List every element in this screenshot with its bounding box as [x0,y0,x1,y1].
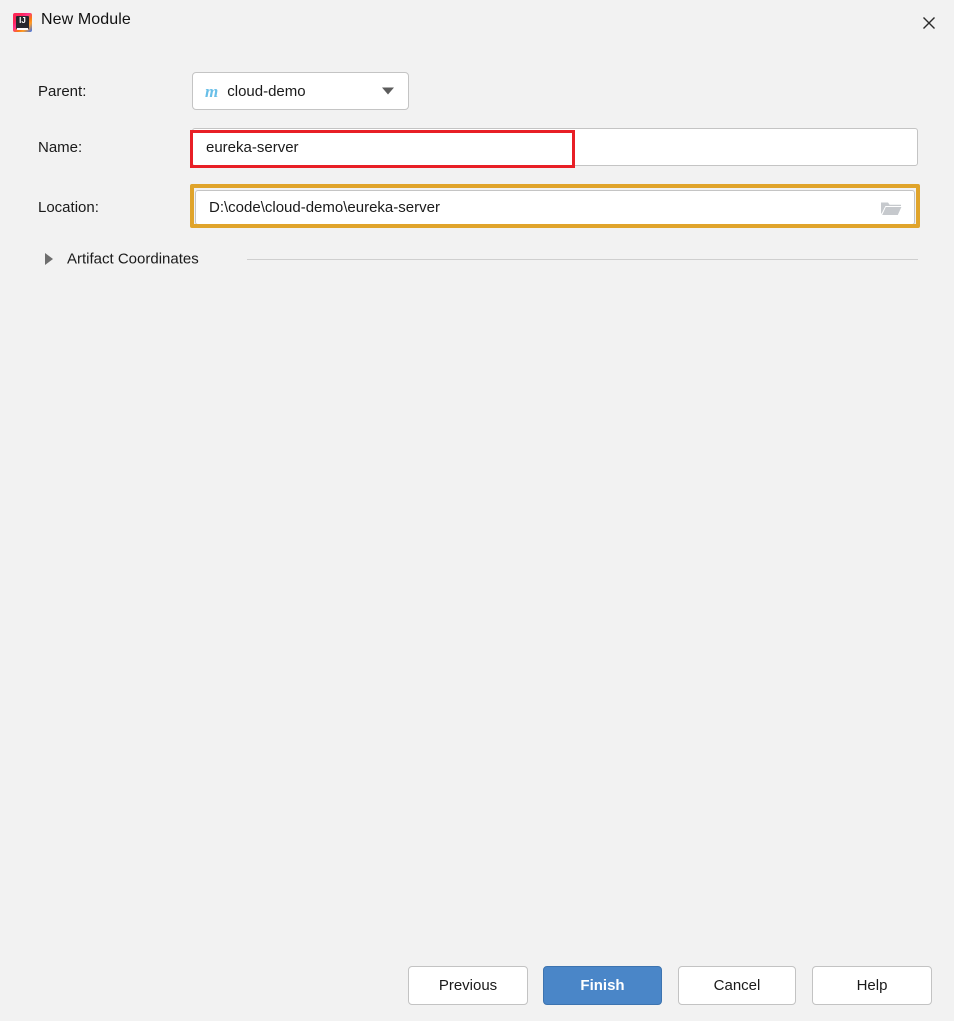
location-input-value: D:\code\cloud-demo\eureka-server [209,199,440,216]
location-label: Location: [38,199,99,216]
finish-button[interactable]: Finish [543,966,662,1005]
section-divider [247,259,918,260]
artifact-coordinates-section[interactable]: Artifact Coordinates [0,246,954,272]
name-row: Name: eureka-server [0,128,954,170]
location-input[interactable]: D:\code\cloud-demo\eureka-server [195,190,915,225]
artifact-coordinates-label[interactable]: Artifact Coordinates [67,251,199,268]
dialog-title: New Module [41,11,131,28]
cancel-button[interactable]: Cancel [678,966,796,1005]
name-input[interactable]: eureka-server [192,128,918,166]
close-icon[interactable] [916,10,942,36]
location-row: Location: D:\code\cloud-demo\eureka-serv… [0,188,954,230]
dialog-titlebar: IJ New Module [0,0,954,44]
dialog-footer: Previous Finish Cancel Help [0,966,954,1006]
chevron-down-icon[interactable] [382,87,394,95]
intellij-idea-icon: IJ [13,13,32,32]
triangle-right-icon[interactable] [45,253,53,265]
maven-module-icon: m [205,81,219,101]
name-label: Name: [38,139,83,156]
parent-combobox-value: cloud-demo [227,82,306,100]
parent-row: Parent: m cloud-demo [0,72,954,114]
intellij-idea-icon-bar [17,28,28,30]
parent-label: Parent: [38,83,87,100]
parent-combobox[interactable]: m cloud-demo [192,72,409,110]
name-input-value: eureka-server [206,138,299,156]
folder-open-icon[interactable] [880,199,902,217]
previous-button[interactable]: Previous [408,966,528,1005]
help-button[interactable]: Help [812,966,932,1005]
